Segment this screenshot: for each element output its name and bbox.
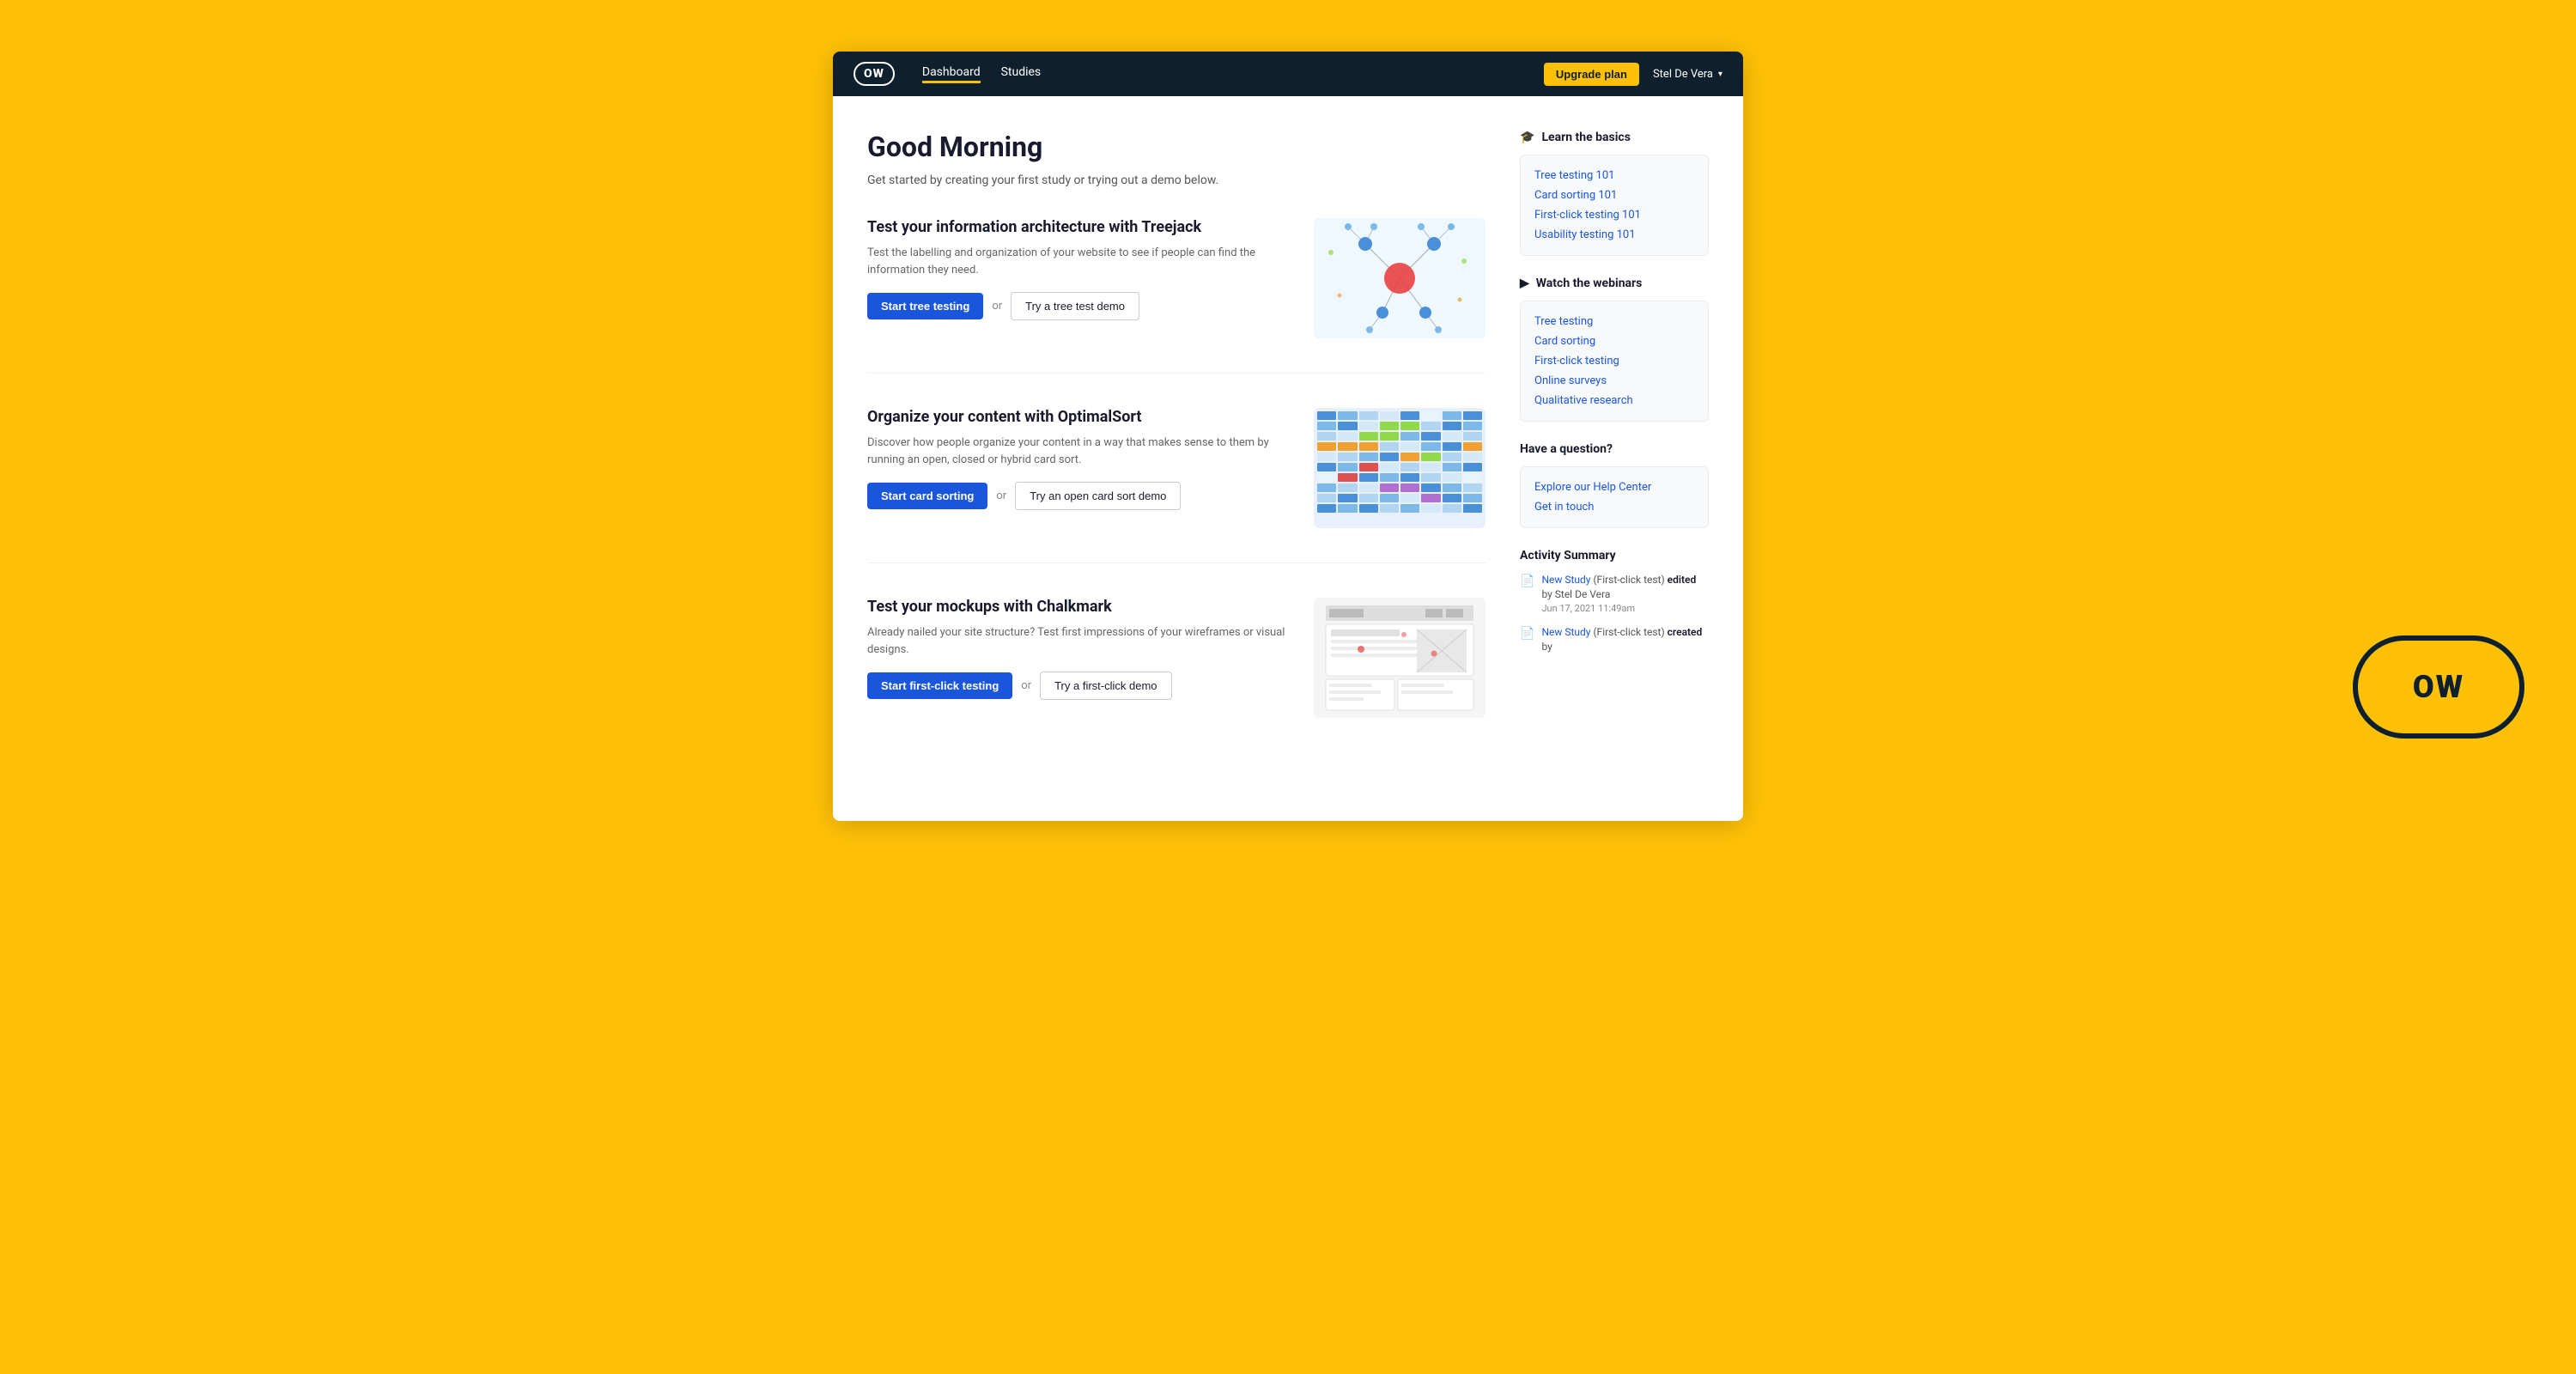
link-card-sorting-webinar[interactable]: Card sorting bbox=[1534, 331, 1694, 351]
webinars-section: ▶ Watch the webinars Tree testing Card s… bbox=[1520, 277, 1709, 422]
browser-window: OW Dashboard Studies Upgrade plan Stel D… bbox=[833, 52, 1743, 821]
try-tree-test-demo-button[interactable]: Try a tree test demo bbox=[1011, 292, 1139, 320]
activity-item-1-type: (First-click test) bbox=[1593, 574, 1664, 586]
link-help-center[interactable]: Explore our Help Center bbox=[1534, 477, 1694, 497]
question-section: Have a question? Explore our Help Center… bbox=[1520, 442, 1709, 528]
document-icon-1: 📄 bbox=[1520, 574, 1534, 615]
activity-title: Activity Summary bbox=[1520, 549, 1709, 562]
question-title: Have a question? bbox=[1520, 442, 1709, 456]
link-tree-testing-webinar[interactable]: Tree testing bbox=[1534, 312, 1694, 331]
page-title: Good Morning bbox=[867, 131, 1485, 163]
study-title-chalkmark: Test your mockups with Chalkmark bbox=[867, 598, 1293, 616]
upgrade-button[interactable]: Upgrade plan bbox=[1544, 63, 1639, 86]
link-first-click-testing-webinar[interactable]: First-click testing bbox=[1534, 351, 1694, 371]
study-card-optimalsort-info: Organize your content with OptimalSort D… bbox=[867, 408, 1293, 510]
activity-item-2-type: (First-click test) bbox=[1593, 626, 1664, 638]
study-desc-treejack: Test the labelling and organization of y… bbox=[867, 245, 1293, 278]
link-first-click-testing-101[interactable]: First-click testing 101 bbox=[1534, 205, 1694, 225]
activity-item-1-action: edited bbox=[1668, 574, 1697, 586]
study-card-treejack: Test your information architecture with … bbox=[867, 218, 1485, 374]
main-content: Good Morning Get started by creating you… bbox=[833, 96, 1743, 821]
study-title-treejack: Test your information architecture with … bbox=[867, 218, 1293, 236]
or-text-treejack: or bbox=[992, 300, 1002, 313]
link-online-surveys-webinar[interactable]: Online surveys bbox=[1534, 371, 1694, 391]
or-text-chalkmark: or bbox=[1021, 679, 1031, 692]
study-card-treejack-info: Test your information architecture with … bbox=[867, 218, 1293, 320]
activity-item-1: 📄 New Study (First-click test) edited by… bbox=[1520, 573, 1709, 615]
link-tree-testing-101[interactable]: Tree testing 101 bbox=[1534, 166, 1694, 185]
link-card-sorting-101[interactable]: Card sorting 101 bbox=[1534, 185, 1694, 205]
study-actions-chalkmark: Start first-click testing or Try a first… bbox=[867, 672, 1293, 700]
ow-logo-large: OW bbox=[2353, 635, 2524, 739]
treejack-image bbox=[1314, 218, 1485, 338]
study-title-optimalsort: Organize your content with OptimalSort bbox=[867, 408, 1293, 426]
activity-item-1-link[interactable]: New Study bbox=[1541, 574, 1590, 586]
document-icon-2: 📄 bbox=[1520, 626, 1534, 654]
chevron-down-icon: ▾ bbox=[1718, 70, 1722, 79]
study-card-chalkmark: Test your mockups with Chalkmark Already… bbox=[867, 598, 1485, 752]
link-qualitative-research-webinar[interactable]: Qualitative research bbox=[1534, 391, 1694, 410]
user-menu[interactable]: Stel De Vera ▾ bbox=[1653, 68, 1722, 81]
or-text-optimalsort: or bbox=[996, 489, 1006, 502]
chalkmark-diagram bbox=[1314, 598, 1485, 718]
start-tree-testing-button[interactable]: Start tree testing bbox=[867, 293, 983, 319]
nav-dashboard[interactable]: Dashboard bbox=[922, 65, 981, 83]
activity-item-2-by: by bbox=[1541, 641, 1552, 653]
link-usability-testing-101[interactable]: Usability testing 101 bbox=[1534, 225, 1694, 245]
activity-item-1-by: by Stel De Vera bbox=[1541, 588, 1610, 600]
learn-basics-box: Tree testing 101 Card sorting 101 First-… bbox=[1520, 155, 1709, 256]
webinars-title: ▶ Watch the webinars bbox=[1520, 277, 1709, 290]
activity-item-2-action: created bbox=[1668, 626, 1703, 638]
chalkmark-image bbox=[1314, 598, 1485, 718]
study-desc-optimalsort: Discover how people organize your conten… bbox=[867, 435, 1293, 468]
activity-item-2: 📄 New Study (First-click test) created b… bbox=[1520, 625, 1709, 654]
navbar: OW Dashboard Studies Upgrade plan Stel D… bbox=[833, 52, 1743, 96]
activity-item-2-text: New Study (First-click test) created by bbox=[1541, 625, 1709, 654]
try-first-click-demo-button[interactable]: Try a first-click demo bbox=[1040, 672, 1171, 700]
play-icon: ▶ bbox=[1520, 277, 1529, 290]
try-card-sort-demo-button[interactable]: Try an open card sort demo bbox=[1015, 482, 1181, 510]
study-card-chalkmark-info: Test your mockups with Chalkmark Already… bbox=[867, 598, 1293, 700]
study-desc-chalkmark: Already nailed your site structure? Test… bbox=[867, 624, 1293, 658]
nav-studies[interactable]: Studies bbox=[1001, 65, 1042, 83]
nav-right: Upgrade plan Stel De Vera ▾ bbox=[1544, 63, 1722, 86]
start-card-sorting-button[interactable]: Start card sorting bbox=[867, 483, 987, 509]
optimalsort-image bbox=[1314, 408, 1485, 528]
start-first-click-testing-button[interactable]: Start first-click testing bbox=[867, 672, 1012, 699]
learn-basics-section: 🎓 Learn the basics Tree testing 101 Card… bbox=[1520, 131, 1709, 256]
ow-logo-large-text: OW bbox=[2413, 669, 2464, 705]
activity-section: Activity Summary 📄 New Study (First-clic… bbox=[1520, 549, 1709, 654]
user-name-label: Stel De Vera bbox=[1653, 68, 1713, 81]
activity-item-1-text: New Study (First-click test) edited by S… bbox=[1541, 573, 1709, 615]
activity-item-2-link[interactable]: New Study bbox=[1541, 626, 1590, 638]
logo-badge: OW bbox=[854, 62, 895, 86]
page-subtitle: Get started by creating your first study… bbox=[867, 173, 1485, 187]
question-box: Explore our Help Center Get in touch bbox=[1520, 466, 1709, 528]
nav-links: Dashboard Studies bbox=[922, 65, 1516, 83]
study-actions-optimalsort: Start card sorting or Try an open card s… bbox=[867, 482, 1293, 510]
left-column: Good Morning Get started by creating you… bbox=[867, 131, 1485, 787]
activity-item-1-time: Jun 17, 2021 11:49am bbox=[1541, 602, 1709, 615]
tree-diagram bbox=[1314, 218, 1485, 338]
link-get-in-touch[interactable]: Get in touch bbox=[1534, 497, 1694, 517]
graduation-icon: 🎓 bbox=[1520, 131, 1534, 144]
study-card-optimalsort: Organize your content with OptimalSort D… bbox=[867, 408, 1485, 563]
webinars-box: Tree testing Card sorting First-click te… bbox=[1520, 301, 1709, 422]
study-actions-treejack: Start tree testing or Try a tree test de… bbox=[867, 292, 1293, 320]
learn-basics-title: 🎓 Learn the basics bbox=[1520, 131, 1709, 144]
right-column: 🎓 Learn the basics Tree testing 101 Card… bbox=[1520, 131, 1709, 787]
card-sort-diagram bbox=[1314, 408, 1485, 528]
